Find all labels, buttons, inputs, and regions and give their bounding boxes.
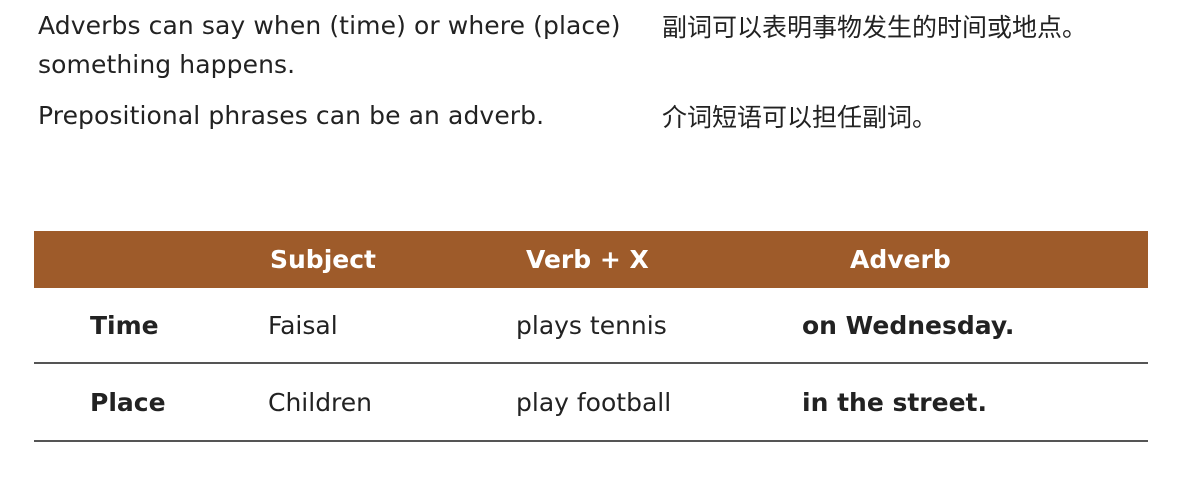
intro-chinese-text: 介词短语可以担任副词。 bbox=[662, 103, 938, 132]
row-label: Time bbox=[34, 288, 268, 364]
adverb-cell: on Wednesday. bbox=[802, 288, 1148, 364]
intro-english-text: Adverbs can say when (time) or where (pl… bbox=[38, 11, 621, 79]
intro-chinese-text: 副词可以表明事物发生的时间或地点。 bbox=[662, 13, 1088, 42]
table-row: Time Faisal plays tennis on Wednesday. bbox=[34, 288, 1148, 364]
table-row: Place Children play football in the stre… bbox=[34, 363, 1148, 442]
header-empty bbox=[34, 231, 268, 288]
header-subject: Subject bbox=[268, 231, 516, 288]
table-header-row: Subject Verb + X Adverb bbox=[34, 231, 1148, 288]
header-adverb: Adverb bbox=[802, 231, 1148, 288]
row-label: Place bbox=[34, 363, 268, 442]
adverb-table: Subject Verb + X Adverb Time Faisal play… bbox=[34, 231, 1148, 442]
adverb-cell: in the street. bbox=[802, 363, 1148, 442]
intro-section: Adverbs can say when (time) or where (pl… bbox=[38, 6, 1148, 137]
intro-row: Prepositional phrases can be an adverb. … bbox=[38, 96, 1148, 137]
subject-cell: Faisal bbox=[268, 288, 516, 364]
intro-english-text: Prepositional phrases can be an adverb. bbox=[38, 101, 545, 130]
verb-cell: plays tennis bbox=[516, 288, 802, 364]
verb-cell: play football bbox=[516, 363, 802, 442]
intro-row: Adverbs can say when (time) or where (pl… bbox=[38, 6, 1148, 84]
header-verb: Verb + X bbox=[516, 231, 802, 288]
subject-cell: Children bbox=[268, 363, 516, 442]
